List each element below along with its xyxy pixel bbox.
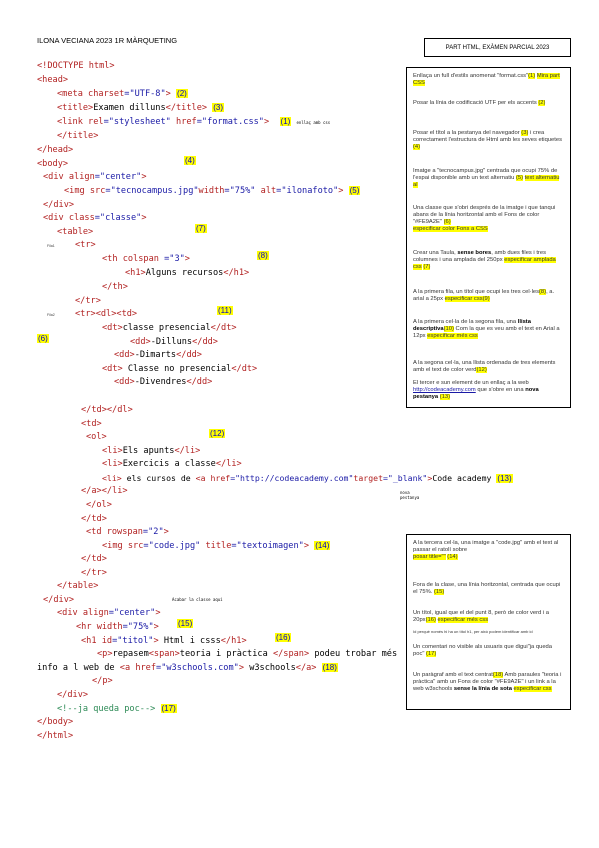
code-line: <head> [37,75,69,85]
row-note: Fila2 [47,313,55,317]
code-line: <p>repasem<span>teoria i pràctica </span… [97,649,398,659]
code-line: </tr> [75,296,101,306]
code-line: info a l web de <a href="w3schools.com">… [37,663,338,673]
code-line: </div> [57,690,89,700]
instruction-item: Fora de la clase, una línia horitzontal,… [413,582,561,595]
instruction-item: El tercer e sun element de un enllaç a l… [413,380,539,400]
instruction-item: A la primera cel·la de la segona fila, u… [413,319,560,339]
instruction-item: Enllaça un full d'estils anomenat "forma… [413,73,560,86]
code-line: <h1>Alguns recursos</h1> [125,268,250,278]
marker: (7) [195,224,207,233]
marker: (3) [212,103,225,112]
code-line: </td> [81,514,107,524]
code-line: <tr><dl><td> [75,309,138,319]
marker: (14) [314,541,331,550]
code-line: </head> [37,145,74,155]
code-line: <title>Examen dilluns</title> (3) [57,103,225,113]
exam-label: PART HTML, EXÀMEN PARCIAL 2023 [445,44,550,51]
row-note: Fila1 [47,244,55,248]
code-line: <h1 id="titol"> Html i csss</h1> [81,636,247,646]
instruction-item: Un paràgraf amb el text centrat(18) Amb … [413,672,562,692]
code-line: </td> [81,554,107,564]
code-line: <meta charset="UTF-8"> (2) [57,89,188,99]
code-listing: <!DOCTYPE html> <head> <meta charset="UT… [0,0,513,760]
code-line: <dt>classe presencial</dt> [102,323,237,333]
marker: (1) [279,117,292,126]
marker: (13) [496,474,513,483]
instruction-item: Posar la línia de codificació UTF per el… [413,100,546,106]
instruction-item: Posar el títol a la pestanya del navegad… [413,130,562,150]
code-line: <div class="classe"> [43,213,147,223]
code-line: <link rel="stylesheet" href="format.css"… [57,117,331,127]
instruction-item: Una classe que s'obri després de la imat… [413,205,556,232]
code-line: </td></dl> [81,405,133,415]
marker: (17) [160,704,177,713]
instruction-note: Id perquè només hi ha un títol h1, per a… [413,629,533,634]
code-line: </tr> [81,568,107,578]
note: nova pestanya [400,490,420,500]
marker: (6) [37,334,49,343]
code-line: </div> [43,595,75,605]
instruction-item: A la segona cel·la, una llista ordenada … [413,360,556,373]
instruction-item: A la primera fila, un títol que ocupi le… [413,289,555,302]
code-line: <body> [37,159,69,169]
instruction-item: Imatge a "tecnocampus.jpg" centrada que … [413,168,560,188]
code-line: <tr> [75,240,96,250]
codeacademy-link[interactable]: http://codeacademy.com [413,387,476,393]
code-line: <td> [81,419,102,429]
instructions-panel-2: A la tercera cel·la, una imatge a "code.… [406,534,571,710]
code-line: <dd>-Dilluns</dd> [130,337,218,347]
code-line: <div align="center"> [43,172,147,182]
code-line: <dt> Classe no presencial</dt> [102,364,258,374]
marker: (15) [177,619,194,628]
instruction-item: Crear una Taula, sense bores, amb dues f… [413,250,556,270]
code-line: </a></li> [81,486,128,496]
exam-label-box: PART HTML, EXÀMEN PARCIAL 2023 [424,38,571,57]
code-line: <!DOCTYPE html> [37,61,115,71]
marker: (12) [209,429,226,438]
code-line: <td rowspan="2"> [86,527,169,537]
code-line: <hr width="75%"> [76,622,159,632]
marker: (4) [184,156,196,165]
code-line: <div align="center"> [57,608,161,618]
marker: (16) [275,633,292,642]
code-line: </html> [37,731,74,741]
instruction-item: Un comentari no visible als usuaris que … [413,644,553,657]
code-line: </table> [57,581,99,591]
code-line: </ol> [86,500,112,510]
code-line: <li>Exercicis a classe</li> [102,459,242,469]
code-line: <li>Els apunts</li> [102,446,201,456]
code-line: <dd>-Divendres</dd> [114,377,213,387]
instruction-item: A la tercera cel·la, una imatge a "code.… [413,540,559,560]
code-line: <!--ja queda poc--> (17) [57,704,177,714]
note: Acabar la classe aquí [172,597,223,602]
instructions-panel-1: Enllaça un full d'estils anomenat "forma… [406,67,571,408]
code-line: <li> els cursos de <a href="http://codea… [102,473,513,483]
code-line: </body> [37,717,74,727]
code-line: <img src="code.jpg" title="textoimagen">… [102,541,331,551]
code-line: </title> [57,131,99,141]
code-line: </p> [92,676,113,686]
marker: (18) [321,663,338,672]
marker: (5) [348,186,361,195]
code-line: </div> [43,200,75,210]
instruction-item: Un títol, igual que el del punt 8, però … [413,610,549,623]
code-line: </th> [102,282,128,292]
marker: (11) [217,306,233,315]
marker: (8) [257,251,269,260]
code-line: <dd>-Dimarts</dd> [114,350,202,360]
code-line: <img src="tecnocampus.jpg"width="75%" al… [64,186,361,196]
marker: (2) [176,89,188,98]
code-line: <ol> [86,432,107,442]
code-line: <th colspan ="3"> [102,254,190,264]
code-line: <table> [57,227,94,237]
